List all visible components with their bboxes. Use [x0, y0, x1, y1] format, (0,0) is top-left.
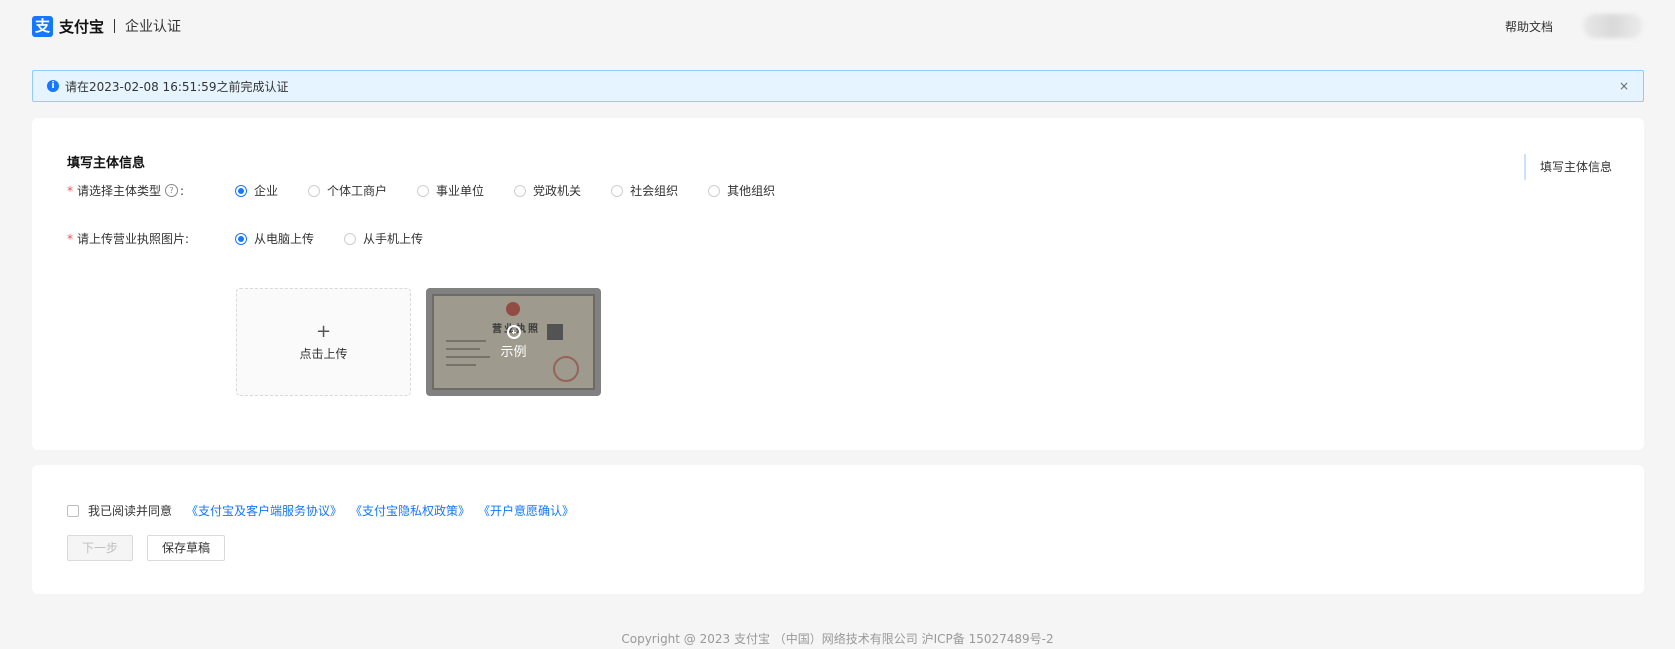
alert-text: 请在2023-02-08 16:51:59之前完成认证	[65, 79, 289, 94]
license-label-text: 请上传营业执照图片:	[77, 232, 190, 246]
deadline-alert: i 请在2023-02-08 16:51:59之前完成认证 ×	[32, 70, 1644, 102]
radio-public-institution[interactable]: 事业单位	[417, 182, 484, 199]
required-mark: *	[67, 183, 73, 198]
entity-type-row: * 请选择主体类型 ? : 企业 个体工商户 事业单位 党政机关 社会组织 其他…	[67, 182, 805, 199]
license-upload-row: * 请上传营业执照图片: 从电脑上传 从手机上传	[67, 230, 453, 247]
brand[interactable]: 支 支付宝 企业认证	[32, 15, 182, 37]
radio-other-organization[interactable]: 其他组织	[708, 182, 775, 199]
radio-individual-business[interactable]: 个体工商户	[308, 182, 387, 199]
sample-overlay: 示例	[426, 288, 601, 396]
radio-enterprise[interactable]: 企业	[235, 182, 278, 199]
top-header: 支 支付宝 企业认证 帮助文档	[0, 0, 1675, 52]
brand-name: 支付宝	[59, 17, 105, 36]
upload-text: 点击上传	[299, 346, 348, 361]
close-icon[interactable]: ×	[1619, 79, 1629, 93]
help-docs-link[interactable]: 帮助文档	[1505, 18, 1553, 35]
label-colon: :	[180, 183, 185, 198]
radio-button[interactable]	[514, 184, 527, 197]
section-title: 填写主体信息	[67, 156, 146, 171]
radio-button[interactable]	[611, 184, 624, 197]
zoom-in-icon	[506, 324, 521, 339]
radio-upload-from-phone[interactable]: 从手机上传	[344, 230, 423, 247]
agreement-text: 我已阅读并同意	[88, 504, 173, 518]
footer-copyright: Copyright @ 2023 支付宝 （中国）网络技术有限公司 沪ICP备 …	[621, 632, 1054, 646]
upload-source-radio-group: 从电脑上传 从手机上传	[235, 230, 453, 247]
radio-label: 其他组织	[727, 184, 776, 198]
radio-social-organization[interactable]: 社会组织	[611, 182, 678, 199]
sample-label: 示例	[500, 344, 527, 360]
entity-type-label-text: 请选择主体类型	[77, 184, 162, 198]
radio-button-checked[interactable]	[235, 184, 247, 197]
service-agreement-link[interactable]: 《支付宝及客户端服务协议》	[186, 502, 342, 519]
radio-label: 社会组织	[630, 184, 679, 198]
radio-label: 企业	[254, 184, 279, 198]
question-icon[interactable]: ?	[165, 184, 179, 197]
entity-type-radio-group: 企业 个体工商户 事业单位 党政机关 社会组织 其他组织	[235, 182, 805, 199]
agreement-checkbox[interactable]	[67, 504, 79, 517]
brand-divider	[114, 19, 116, 33]
radio-government[interactable]: 党政机关	[514, 182, 581, 199]
plus-icon: +	[315, 320, 332, 342]
upload-dropzone[interactable]: + 点击上传	[236, 288, 411, 396]
entity-info-card: 填写主体信息 填写主体信息 * 请选择主体类型 ? : 企业 个体工商户 事业单…	[32, 118, 1644, 450]
account-intent-link[interactable]: 《开户意愿确认》	[478, 502, 574, 519]
radio-button[interactable]	[417, 184, 430, 197]
privacy-policy-link[interactable]: 《支付宝隐私权政策》	[350, 502, 470, 519]
sample-license-preview[interactable]: 营业执照 示例	[426, 288, 601, 396]
agreement-card: 我已阅读并同意 《支付宝及客户端服务协议》 《支付宝隐私权政策》 《开户意愿确认…	[32, 465, 1644, 594]
license-label: * 请上传营业执照图片:	[67, 230, 235, 247]
action-buttons: 下一步 保存草稿	[67, 535, 226, 561]
radio-button[interactable]	[708, 184, 721, 197]
save-draft-button[interactable]: 保存草稿	[147, 535, 226, 561]
radio-button[interactable]	[344, 232, 357, 245]
radio-label: 党政机关	[533, 184, 582, 198]
radio-button[interactable]	[308, 184, 321, 197]
radio-label: 从电脑上传	[254, 232, 315, 246]
brand-subtitle: 企业认证	[125, 19, 182, 35]
header-right: 帮助文档	[1505, 14, 1643, 38]
entity-type-label: * 请选择主体类型 ? :	[67, 182, 235, 199]
radio-label: 从手机上传	[363, 232, 424, 246]
radio-label: 事业单位	[436, 184, 485, 198]
user-avatar[interactable]	[1583, 14, 1643, 38]
radio-upload-from-computer[interactable]: 从电脑上传	[235, 230, 314, 247]
info-icon: i	[47, 80, 59, 92]
alipay-logo-icon: 支	[32, 15, 53, 37]
required-mark: *	[67, 231, 73, 246]
next-step-button[interactable]: 下一步	[67, 535, 134, 561]
agreement-row: 我已阅读并同意 《支付宝及客户端服务协议》 《支付宝隐私权政策》 《开户意愿确认…	[67, 502, 582, 519]
radio-button-checked[interactable]	[235, 232, 247, 245]
radio-label: 个体工商户	[327, 184, 388, 198]
anchor-nav-item[interactable]: 填写主体信息	[1523, 154, 1612, 180]
